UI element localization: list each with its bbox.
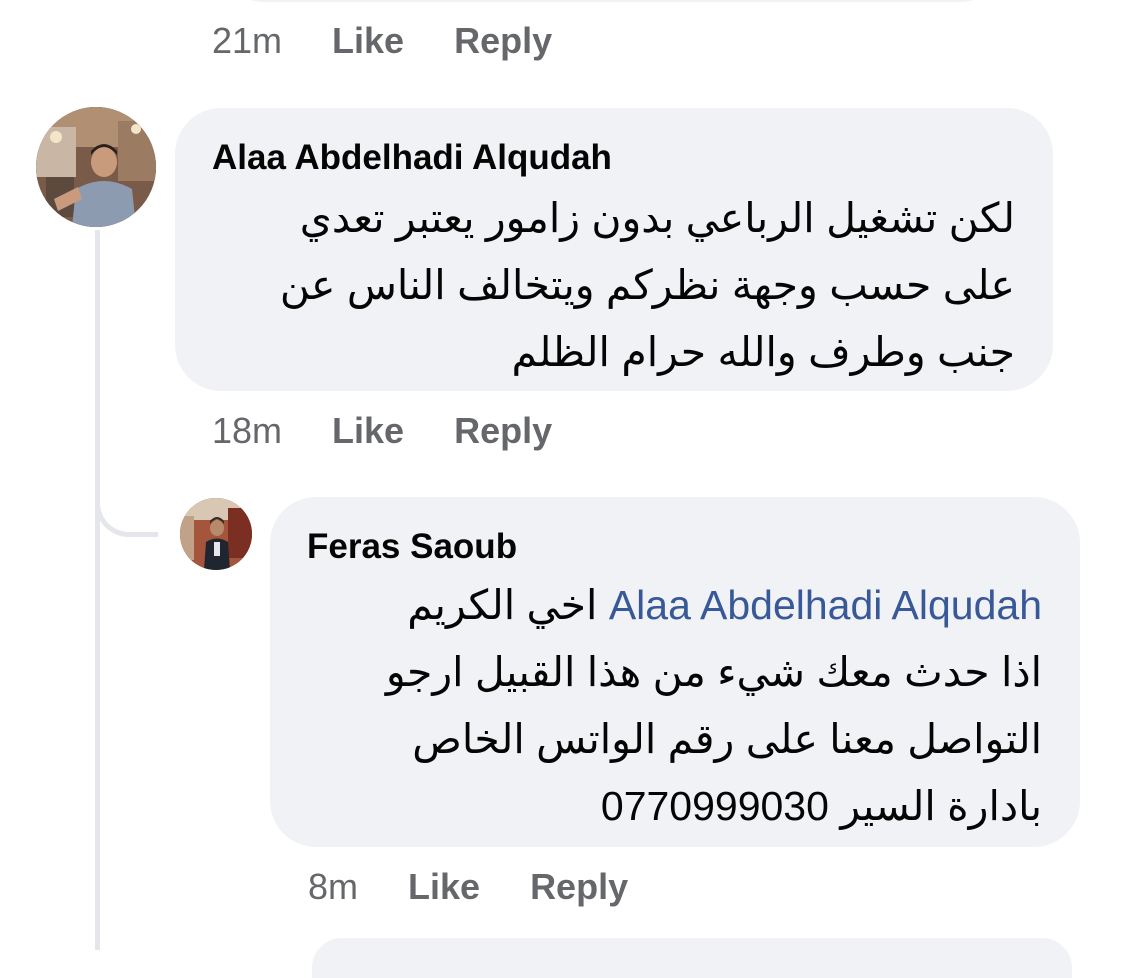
- reply-text-line: بادارة السير 0770999030: [600, 783, 1042, 829]
- mention-link[interactable]: Alaa Abdelhadi Alqudah: [609, 582, 1042, 628]
- comment-author[interactable]: Alaa Abdelhadi Alqudah: [212, 138, 612, 178]
- reply-bubble: Feras Saoub Alaa Abdelhadi Alqudah اخي ا…: [270, 497, 1080, 847]
- comment-timestamp: 18m: [212, 410, 283, 451]
- comment-actions: 18m Like Reply: [212, 410, 552, 452]
- comment-text-line: لكن تشغيل الرباعي بدون زامور يعتبر تعدي: [299, 195, 1015, 241]
- comment-text-line: جنب وطرف والله حرام الظلم: [511, 329, 1015, 375]
- like-button[interactable]: Like: [332, 410, 404, 452]
- reply-button[interactable]: Reply: [454, 20, 552, 62]
- reply-text-line: اذا حدث معك شيء من هذا القبيل ارجو: [385, 649, 1042, 695]
- comment-text-line: على حسب وجهة نظركم ويتخالف الناس عن: [279, 262, 1015, 308]
- reply-button[interactable]: Reply: [530, 866, 628, 908]
- comment-timestamp: 8m: [308, 866, 359, 907]
- avatar[interactable]: [36, 107, 156, 227]
- reply-actions: 8m Like Reply: [308, 866, 628, 908]
- previous-comment-actions: 21m Like Reply: [212, 20, 552, 62]
- reply-first-line: Alaa Abdelhadi Alqudah اخي الكريم: [407, 585, 1042, 626]
- reply-author[interactable]: Feras Saoub: [307, 527, 517, 567]
- reply-text-segment: اخي الكريم: [407, 582, 598, 628]
- reply-button[interactable]: Reply: [454, 410, 552, 452]
- profile-photo: [180, 498, 252, 570]
- thread-connector: [95, 470, 158, 537]
- previous-comment-bubble: [232, 0, 992, 2]
- next-comment-bubble: [312, 938, 1072, 978]
- comment-timestamp: 21m: [212, 20, 283, 61]
- thread-line: [95, 230, 100, 950]
- like-button[interactable]: Like: [408, 866, 480, 908]
- reply-text-line: التواصل معنا على رقم الواتس الخاص: [412, 716, 1042, 762]
- comment-bubble: Alaa Abdelhadi Alqudah لكن تشغيل الرباعي…: [175, 108, 1053, 391]
- like-button[interactable]: Like: [332, 20, 404, 62]
- profile-photo: [36, 107, 156, 227]
- avatar[interactable]: [180, 498, 252, 570]
